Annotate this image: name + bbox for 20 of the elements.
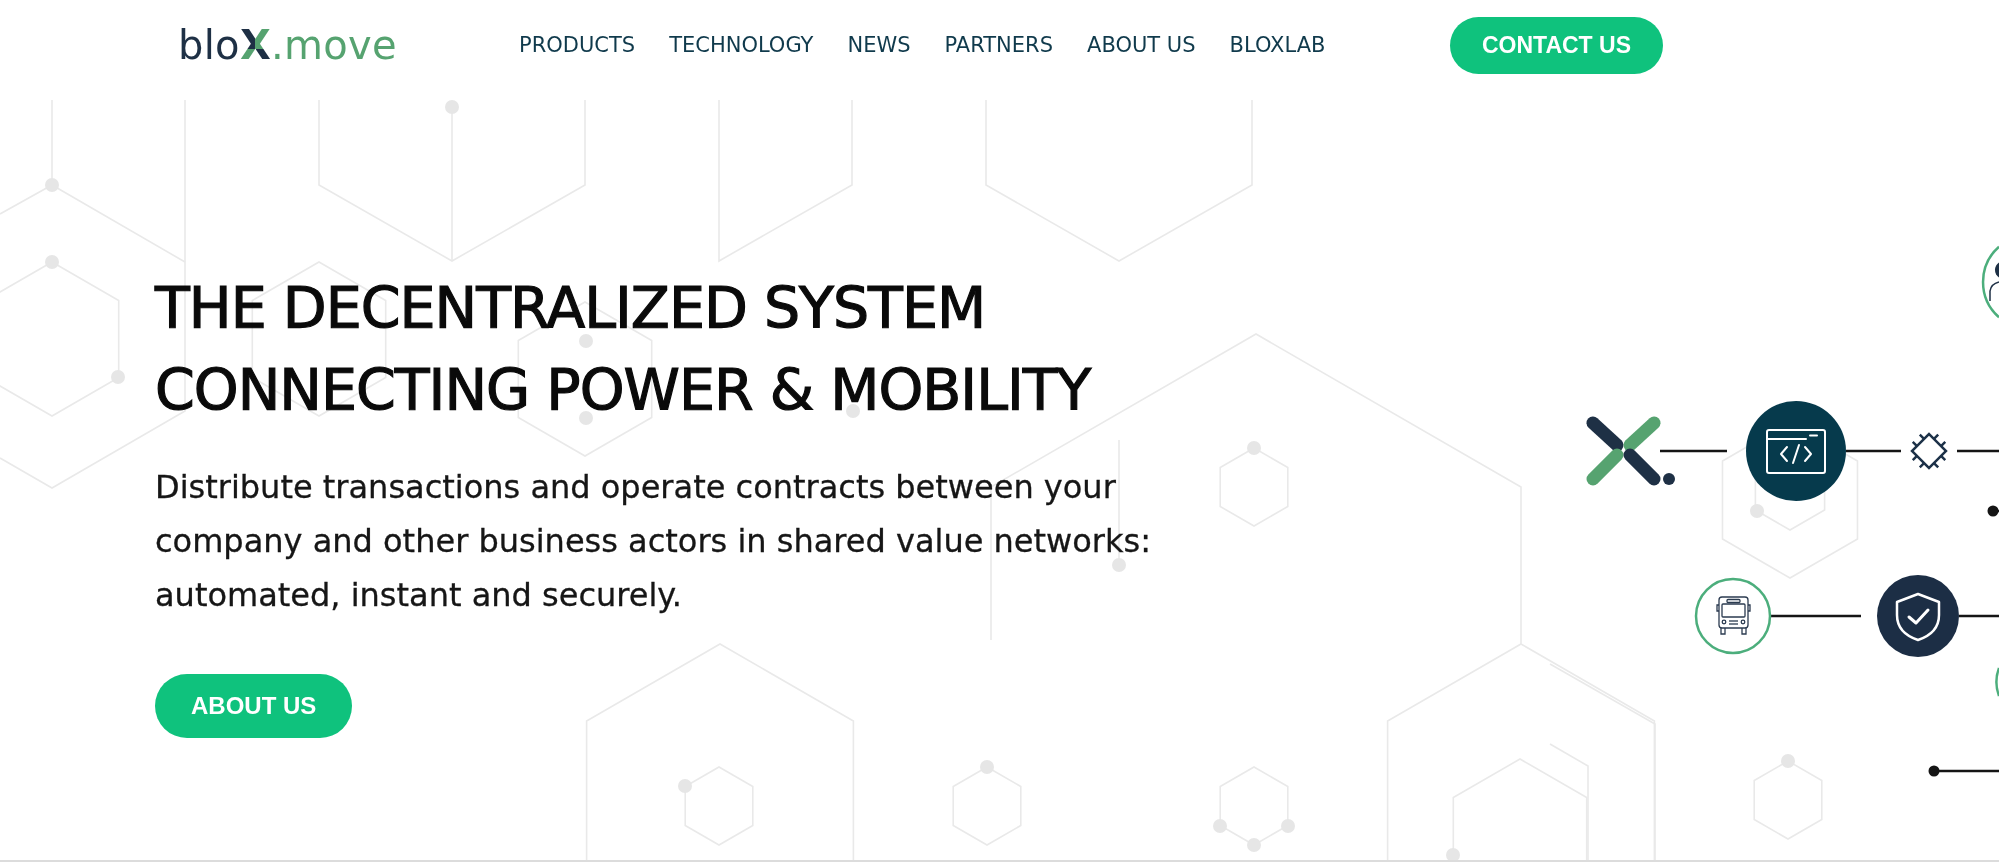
ring-icon <box>1995 667 1999 697</box>
hero-heading: THE DECENTRALIZED SYSTEM CONNECTING POWER & MOBILITY <box>155 274 1092 425</box>
chip-icon <box>1910 432 1948 470</box>
bus-icon <box>1694 577 1772 655</box>
connector-line <box>1846 449 1901 453</box>
nav-link[interactable]: PRODUCTS <box>518 33 636 57</box>
shield-check-icon <box>1877 575 1959 657</box>
nav-link[interactable]: TECHNOLOGY <box>669 33 814 57</box>
nav-link[interactable]: NEWS <box>847 33 911 57</box>
connector-line <box>1957 449 1999 453</box>
logo[interactable]: bloX.move <box>178 21 397 69</box>
connector-line <box>1959 614 1999 618</box>
logo-mark-icon <box>1586 416 1675 486</box>
code-window-icon <box>1746 401 1846 501</box>
nav-link[interactable]: ABOUT US <box>1087 33 1196 57</box>
nav-link[interactable]: BLOXLAB <box>1229 33 1326 57</box>
connector-line <box>1660 449 1727 453</box>
hero-description: Distribute transactions and operate contracts between your company and other business actors in shared value networks: automated, instant and securely. <box>155 467 1152 616</box>
nav-link[interactable]: PARTNERS <box>944 33 1053 57</box>
connector-line <box>1928 765 1999 777</box>
